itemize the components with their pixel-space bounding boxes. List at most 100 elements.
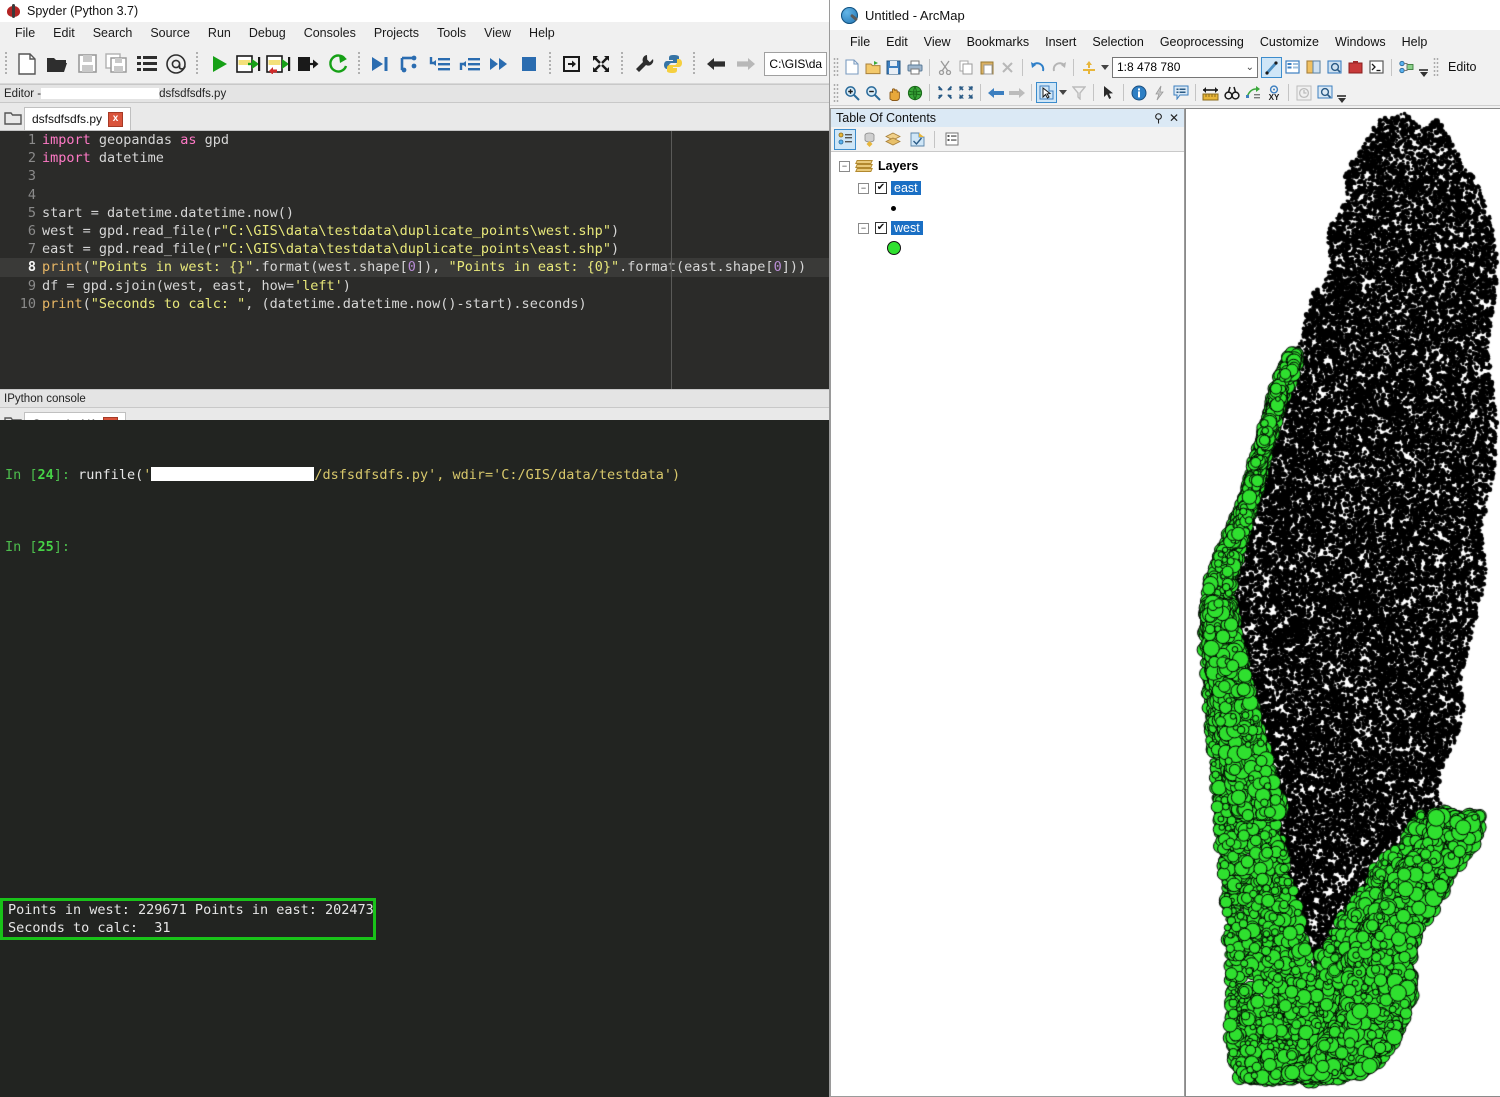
toolbar-overflow-icon[interactable] [1417, 57, 1430, 77]
create-viewer-window-icon[interactable] [1314, 82, 1335, 103]
find-icon[interactable] [1221, 82, 1242, 103]
debug-step-return-icon[interactable] [455, 49, 485, 79]
menu-view[interactable]: View [916, 33, 959, 51]
go-back-extent-icon[interactable] [985, 82, 1006, 103]
paste-icon[interactable] [976, 57, 997, 78]
console-input-prompt-25[interactable]: In [25]: [0, 538, 829, 556]
toolbar-overflow-icon[interactable] [1335, 83, 1348, 103]
toolbar-grip-5[interactable] [619, 51, 626, 76]
debug-stop-icon[interactable] [514, 49, 544, 79]
menu-geoprocessing[interactable]: Geoprocessing [1152, 33, 1252, 51]
re-run-cell-icon[interactable] [323, 49, 353, 79]
toc-layer-west[interactable]: − west [831, 219, 1184, 237]
menu-consoles[interactable]: Consoles [295, 24, 365, 42]
pin-icon[interactable]: ⚲ [1154, 111, 1163, 125]
python-path-manager-icon[interactable] [659, 49, 689, 79]
menu-insert[interactable]: Insert [1037, 33, 1084, 51]
undo-icon[interactable] [1027, 57, 1048, 78]
go-to-xy-icon[interactable]: XY [1263, 82, 1284, 103]
toc-layer-tree[interactable]: − Layers − east − west [831, 152, 1184, 1096]
menu-help[interactable]: Help [1394, 33, 1436, 51]
file-switcher-icon[interactable] [132, 49, 162, 79]
search-icon[interactable] [1324, 57, 1345, 78]
list-by-source-icon[interactable] [858, 129, 880, 150]
time-slider-icon[interactable] [1293, 82, 1314, 103]
editor-toolbar-icon[interactable] [1261, 56, 1282, 78]
run-selection-icon[interactable] [293, 49, 323, 79]
clear-selection-icon[interactable] [1068, 82, 1089, 103]
toolbar-grip-2[interactable] [194, 51, 201, 76]
select-elements-icon[interactable] [1098, 82, 1119, 103]
toolbar-grip[interactable] [833, 82, 839, 103]
debug-continue-icon[interactable] [485, 49, 515, 79]
forward-icon[interactable] [731, 49, 761, 79]
console-area[interactable]: In [24]: runfile('/dsfsdfsdfs.py', wdir=… [0, 420, 829, 1097]
save-file-icon[interactable] [72, 49, 102, 79]
map-frame[interactable] [1185, 108, 1500, 1097]
zoom-in-icon[interactable] [841, 82, 862, 103]
fixed-zoom-in-icon[interactable] [934, 82, 955, 103]
options-icon[interactable] [941, 129, 963, 150]
hyperlink-icon[interactable] [1149, 82, 1170, 103]
find-in-files-icon[interactable] [162, 49, 192, 79]
working-directory-input[interactable]: C:\GIS\da [764, 51, 828, 76]
maximize-pane-icon[interactable] [557, 49, 587, 79]
run-cell-icon[interactable] [234, 49, 264, 79]
cut-icon[interactable] [934, 57, 955, 78]
python-window-icon[interactable] [1366, 57, 1387, 78]
menu-help[interactable]: Help [520, 24, 564, 42]
preferences-icon[interactable] [629, 49, 659, 79]
close-icon[interactable]: ✕ [1169, 111, 1179, 125]
menu-windows[interactable]: Windows [1327, 33, 1394, 51]
toolbar-grip-editor[interactable] [1433, 57, 1439, 77]
toolbar-grip[interactable] [3, 51, 10, 76]
menu-customize[interactable]: Customize [1252, 33, 1327, 51]
debug-step-into-icon[interactable] [425, 49, 455, 79]
menu-selection[interactable]: Selection [1084, 33, 1151, 51]
fixed-zoom-out-icon[interactable] [955, 82, 976, 103]
toolbar-grip-6[interactable] [691, 51, 698, 76]
editor-tab-dsfsdfsdfs[interactable]: dsfsdfsdfs.py x [24, 107, 132, 130]
browse-tabs-icon[interactable] [2, 106, 24, 130]
catalog-icon[interactable] [1303, 57, 1324, 78]
full-extent-icon[interactable] [904, 82, 925, 103]
toc-root-layers[interactable]: − Layers [831, 157, 1184, 175]
code-editor[interactable]: 1 import geopandas as gpd 2 import datetime… [0, 131, 829, 389]
add-data-dropdown-icon[interactable] [1099, 57, 1110, 78]
ipython-console-output[interactable]: In [24]: runfile('/dsfsdfsdfs.py', wdir=… [0, 420, 829, 1097]
collapse-icon[interactable]: − [839, 160, 850, 172]
layer-name-east[interactable]: east [891, 181, 921, 195]
open-map-icon[interactable] [862, 57, 883, 78]
new-file-icon[interactable] [13, 49, 43, 79]
add-data-icon[interactable] [1078, 57, 1099, 78]
identify-icon[interactable] [1128, 82, 1149, 103]
find-route-icon[interactable] [1242, 82, 1263, 103]
menu-projects[interactable]: Projects [365, 24, 428, 42]
layer-visibility-checkbox[interactable] [875, 222, 887, 234]
menu-bookmarks[interactable]: Bookmarks [959, 33, 1038, 51]
menu-edit[interactable]: Edit [44, 24, 84, 42]
toolbar-grip[interactable] [833, 57, 839, 77]
run-cell-advance-icon[interactable] [263, 49, 293, 79]
toc-layer-east[interactable]: − east [831, 179, 1184, 197]
pan-icon[interactable] [883, 82, 904, 103]
menu-file[interactable]: File [6, 24, 44, 42]
redo-icon[interactable] [1048, 57, 1069, 78]
save-all-icon[interactable] [102, 49, 132, 79]
model-builder-icon[interactable] [1396, 57, 1417, 78]
spyder-menu-bar[interactable]: File Edit Search Source Run Debug Consol… [0, 22, 829, 44]
debug-step-over-icon[interactable] [395, 49, 425, 79]
back-icon[interactable] [701, 49, 731, 79]
copy-icon[interactable] [955, 57, 976, 78]
delete-icon[interactable] [997, 57, 1018, 78]
menu-debug[interactable]: Debug [240, 24, 295, 42]
print-icon[interactable] [904, 57, 925, 78]
editor-toolbar-label[interactable]: Edito [1441, 60, 1477, 74]
list-by-drawing-order-icon[interactable] [834, 128, 856, 150]
menu-file[interactable]: File [842, 33, 878, 51]
menu-source[interactable]: Source [141, 24, 199, 42]
new-map-icon[interactable] [841, 57, 862, 78]
list-by-visibility-icon[interactable] [882, 129, 904, 150]
collapse-icon[interactable]: − [858, 222, 869, 234]
select-dropdown-icon[interactable] [1057, 82, 1068, 103]
